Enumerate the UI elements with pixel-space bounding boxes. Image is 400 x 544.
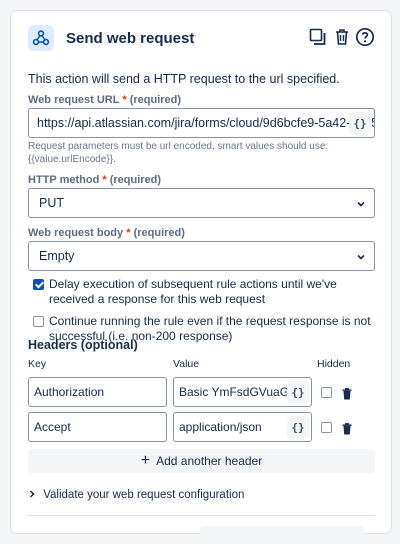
headers-title: Headers (optional) — [28, 338, 138, 352]
column-header-hidden: Hidden — [317, 358, 351, 370]
delay-execution-text: Delay execution of subsequent rule actio… — [49, 277, 337, 306]
delete-icon[interactable] — [330, 25, 354, 49]
chevron-down-icon — [356, 251, 366, 265]
body-label-text: Web request body — [28, 227, 124, 239]
duplicate-icon[interactable] — [306, 25, 330, 49]
header-smart-value-button[interactable]: {} — [287, 381, 309, 403]
divider — [28, 515, 375, 516]
method-select[interactable]: PUT — [28, 188, 375, 218]
card-header: Send web request — [28, 24, 379, 54]
header-key-value: Accept — [34, 420, 71, 434]
required-marker: * — [126, 227, 131, 239]
column-header-key: Key — [28, 358, 47, 370]
body-label: Web request body * (required) — [28, 227, 185, 239]
action-title: Send web request — [66, 30, 195, 47]
required-text: (required) — [109, 174, 162, 186]
header-hidden-checkbox[interactable] — [321, 387, 332, 398]
header-value-value: Basic YmFsdGVuaG9 — [179, 385, 296, 399]
action-card: Send web request This action will send a… — [10, 10, 392, 534]
method-label: HTTP method * (required) — [28, 174, 161, 186]
chevron-down-icon — [356, 198, 366, 212]
required-marker: * — [122, 94, 127, 106]
method-label-text: HTTP method — [28, 174, 100, 186]
help-icon[interactable] — [353, 25, 377, 49]
body-select[interactable]: Empty — [28, 241, 375, 271]
url-input[interactable]: https://api.atlassian.com/jira/forms/clo… — [28, 108, 375, 138]
delay-execution-checkbox[interactable] — [33, 279, 44, 290]
column-header-value: Value — [173, 358, 200, 370]
add-header-label: Add another header — [156, 454, 263, 468]
validate-config-toggle[interactable]: Validate your web request configuration — [28, 489, 244, 501]
required-marker: * — [102, 174, 107, 186]
url-label-text: Web request URL — [28, 94, 120, 106]
footer-action-button[interactable] — [200, 526, 364, 544]
required-text: (required) — [133, 227, 185, 239]
url-help-text: Request parameters must be url encoded, … — [28, 141, 329, 165]
header-value-value: application/json — [179, 420, 262, 434]
url-value: https://api.atlassian.com/jira/forms/clo… — [37, 116, 375, 130]
header-hidden-checkbox[interactable] — [321, 422, 332, 433]
chevron-right-icon — [28, 490, 40, 501]
action-description: This action will send a HTTP request to … — [28, 72, 340, 86]
add-header-button[interactable]: + Add another header — [28, 449, 375, 473]
header-smart-value-button[interactable]: {} — [287, 416, 309, 438]
plus-icon: + — [140, 452, 151, 469]
url-smart-value-button[interactable]: {} — [349, 112, 371, 134]
method-value: PUT — [39, 196, 64, 210]
validate-config-label: Validate your web request configuration — [43, 489, 245, 501]
header-key-input[interactable]: Accept — [28, 412, 167, 442]
delete-header-icon[interactable] — [342, 422, 352, 435]
url-label: Web request URL * (required) — [28, 94, 181, 106]
required-text: (required) — [129, 94, 182, 106]
body-value: Empty — [39, 249, 75, 263]
webhook-icon — [28, 25, 54, 51]
delete-header-icon[interactable] — [342, 387, 352, 400]
header-key-input[interactable]: Authorization — [28, 377, 167, 407]
header-key-value: Authorization — [34, 385, 105, 399]
continue-running-checkbox[interactable] — [33, 316, 44, 327]
